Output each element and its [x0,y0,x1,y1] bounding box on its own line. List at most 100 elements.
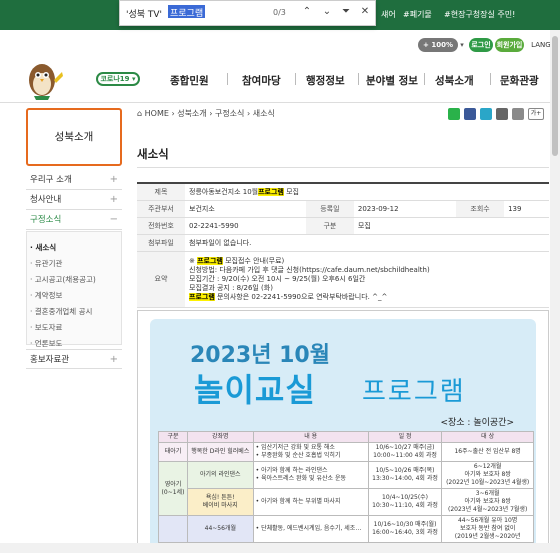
nav-intro[interactable]: 성북소개 [435,73,474,88]
find-next-icon[interactable]: ⌄ [320,5,334,19]
sidebar-item-pr[interactable]: 홍보자료관 + [26,349,122,369]
home-icon[interactable]: ⌂ [137,109,145,118]
font-size-icon[interactable]: 가+ [528,108,544,120]
plus-icon[interactable]: + [110,190,118,210]
zoom-arrow-icon[interactable]: ▾ [458,38,466,52]
label-dept: 주관부서 [137,200,185,218]
label-date: 등록일 [305,200,354,218]
post-dept: 보건지소 [185,200,306,218]
label-attach: 첨부파일 [137,234,185,252]
covid19-dropdown[interactable]: 코로나19 ▾ [96,72,140,86]
post-views: 139 [504,200,549,218]
seongbuk-logo-icon[interactable] [18,58,68,102]
find-input[interactable]: 프로그램 [168,5,206,19]
find-filter-icon[interactable]: ⏷ [339,5,353,19]
sidebar-item-label: 우리구 소개 [30,175,72,185]
plus-icon[interactable]: + [110,170,118,190]
nav-divider-line [0,102,560,103]
vertical-scrollbar-thumb[interactable] [552,36,558,156]
title-divider [137,167,549,168]
submenu-item-marriage[interactable]: · 결혼중개업체 공시 [30,306,92,317]
nav-field-info[interactable]: 분야별 정보 [366,73,418,88]
post-attach: 첨부파일이 없습니다. [185,234,549,252]
find-highlight: 프로그램 [189,292,215,301]
plus-icon[interactable]: + [110,350,118,370]
horizontal-scrollbar[interactable] [0,543,550,553]
nav-divider [490,73,491,85]
post-title: 정릉아동보건지소 10월프로그램 모집 [185,182,549,201]
breadcrumb-item[interactable]: 구정소식 [215,109,244,118]
col-header: 내 용 [252,431,369,443]
nav-divider [295,73,296,85]
sidebar-item-label: 청사안내 [30,195,62,205]
login-button[interactable]: 로그인 [469,38,493,52]
find-highlight: 프로그램 [197,256,223,265]
table-row: 44~56개월 • 단체활동, 에드벤시계임, 음수기, 세조… 10/16~1… [158,515,534,543]
nav-participation[interactable]: 참여마당 [242,73,281,88]
blog-share-icon[interactable] [448,108,460,120]
find-prev-icon[interactable]: ⌃ [300,5,314,19]
col-header: 강좌명 [186,431,254,443]
nav-culture[interactable]: 문화관광 [500,73,539,88]
keyword-link[interactable]: #폐기물 [403,9,432,20]
find-query-prefix: '성북 TV' [126,10,163,20]
post-tel: 02-2241-5990 [185,217,306,235]
poster-place: <장소 : 놀이공간> [440,418,514,428]
breadcrumb: ⌂ HOME › 성북소개 › 구정소식 › 새소식 [137,109,275,118]
breadcrumb-item[interactable]: 성북소개 [177,109,206,118]
label-views: 조회수 [456,200,505,218]
col-header: 구분 [158,431,188,443]
sidebar-item-news[interactable]: 구정소식 − [26,210,122,230]
minus-icon[interactable]: − [110,210,118,230]
find-count: 0/3 [273,8,286,17]
nav-divider [424,73,425,85]
browser-page: { "findbar": {"query_prefix": "'성북 TV'",… [0,0,560,553]
sidebar-title: 성북소개 [26,108,122,166]
keyword-link[interactable]: 섀어 [381,9,396,20]
post-date: 2023-09-12 [353,200,457,218]
zoom-button[interactable]: + 100% [418,38,458,52]
poster-background: 2023년 10월 놀이교실 프로그램 <장소 : 놀이공간> 구분 강좌명 내… [150,319,536,553]
keyword-link[interactable]: #현장구청장실 주민! [444,9,515,20]
col-header: 대 상 [441,431,534,443]
sidebar-item-office[interactable]: 청사안내 + [26,190,122,210]
program-poster-image: 2023년 10월 놀이교실 프로그램 <장소 : 놀이공간> 구분 강좌명 내… [137,310,549,553]
submenu-item-notice[interactable]: · 고시공고(채용공고) [30,274,96,285]
submenu-item-press[interactable]: · 보도자료 [30,322,62,333]
submenu-item-media[interactable]: · 언론보도 [30,338,62,349]
breadcrumb-home[interactable]: HOME [145,109,169,118]
label-title: 제목 [137,182,185,201]
nav-divider [227,73,228,85]
submenu-item-related[interactable]: · 유관기관 [30,258,62,269]
submenu-item-news[interactable]: · 새소식 [30,242,56,253]
table-row: 영아기 (0~1세) 아기의 라인댄스 • 아기와 함께 하는 라인댄스 • 육… [158,461,534,516]
poster-schedule-table: 구분 강좌명 내 용 일 정 대 상 태아기 행복한 D라인 힐러베스 • 임산… [158,431,534,543]
post-info-table: 제목 정릉아동보건지소 10월프로그램 모집 주관부서 보건지소 등록일 202… [137,182,549,308]
nav-divider [358,73,359,85]
table-row: 욕심! 튼튼! 베이비 마사지 • 아기와 함께 하는 부위별 마사지 10/4… [159,488,534,516]
table-row: 태아기 행복한 D라인 힐러베스 • 임산기저근 강화 및 요통 해소 • 부종… [158,442,534,462]
label-summary: 요약 [137,251,185,308]
col-header: 일 정 [367,431,443,443]
poster-title: 놀이교실 [194,371,316,409]
facebook-share-icon[interactable] [464,108,476,120]
nav-admin-info[interactable]: 행정정보 [306,73,345,88]
sidebar-item-label: 홍보자료관 [30,355,70,365]
label-tel: 전화번호 [137,217,185,235]
find-highlight: 프로그램 [258,187,284,196]
find-bar: '성북 TV' 프로그램 0/3 ⌃ ⌄ ⏷ ✕ [119,0,376,26]
label-type: 구분 [305,217,354,235]
print-icon[interactable] [496,108,508,120]
link-icon[interactable] [512,108,524,120]
join-button[interactable]: 회원가입 [495,38,524,52]
zoom-level: + 100% [423,41,453,49]
post-type: 모집 [353,217,549,235]
twitter-share-icon[interactable] [480,108,492,120]
nav-civil[interactable]: 종합민원 [170,73,209,88]
sidebar-item-label: 구정소식 [30,215,62,225]
page-title: 새소식 [137,147,169,161]
submenu-item-contract[interactable]: · 계약정보 [30,290,62,301]
find-close-icon[interactable]: ✕ [358,5,372,19]
breadcrumb-item[interactable]: 새소식 [253,109,275,118]
sidebar-item-about[interactable]: 우리구 소개 + [26,170,122,190]
